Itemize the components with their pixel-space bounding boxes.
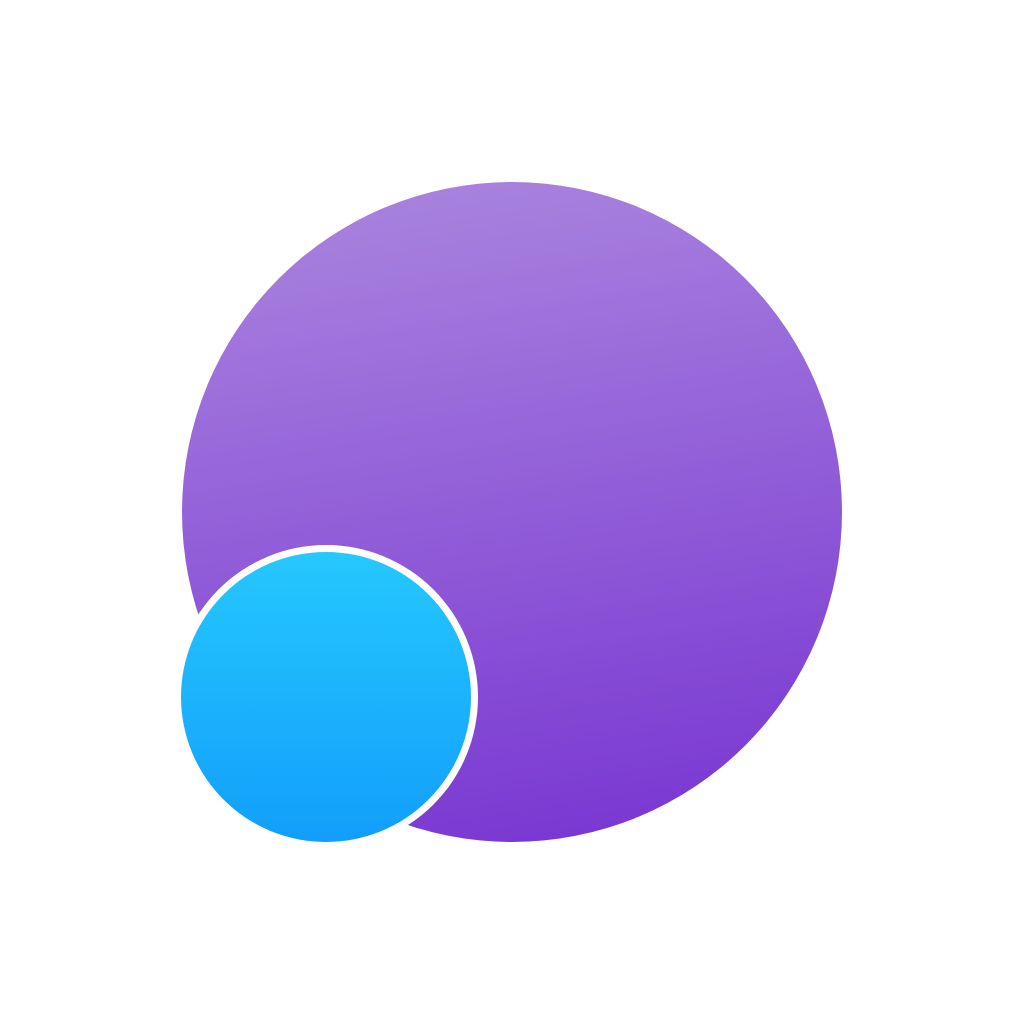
app-icon-canvas: [0, 0, 1024, 1024]
small-blue-circle: [181, 552, 471, 842]
app-icon: [0, 0, 1024, 1024]
